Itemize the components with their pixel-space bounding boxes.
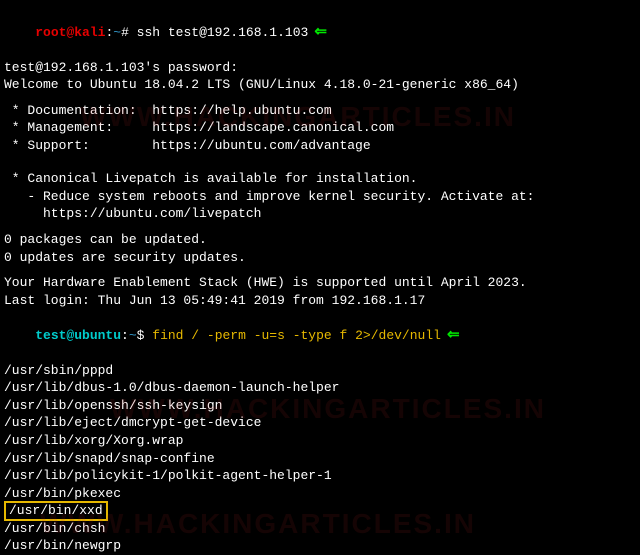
output-line: /usr/lib/policykit-1/polkit-agent-helper… — [4, 467, 636, 485]
welcome-line: Welcome to Ubuntu 18.04.2 LTS (GNU/Linux… — [4, 76, 636, 94]
output-line: /usr/lib/openssh/ssh-keysign — [4, 397, 636, 415]
ssh-command: ssh test@192.168.1.103 — [137, 25, 309, 40]
output-line: /usr/lib/xorg/Xorg.wrap — [4, 432, 636, 450]
mgmt-line: * Management: https://landscape.canonica… — [4, 119, 636, 137]
last-login-line: Last login: Thu Jun 13 05:49:41 2019 fro… — [4, 292, 636, 310]
doc-line: * Documentation: https://help.ubuntu.com — [4, 102, 636, 120]
prompt-user: root@kali — [35, 25, 105, 40]
ssh-password-prompt: test@192.168.1.103's password: — [4, 59, 636, 77]
hwe-line: Your Hardware Enablement Stack (HWE) is … — [4, 274, 636, 292]
arrow-left-icon: ⇐ — [447, 328, 460, 343]
prompt2-path: ~ — [129, 328, 137, 343]
output-line: /usr/bin/newgrp — [4, 537, 636, 555]
output-line-highlighted: /usr/bin/xxd — [4, 502, 636, 520]
highlight-box: /usr/bin/xxd — [4, 501, 108, 521]
prompt-line-2[interactable]: test@ubuntu:~$ find / -perm -u=s -type f… — [4, 309, 636, 362]
output-line: /usr/lib/snapd/snap-confine — [4, 450, 636, 468]
livepatch-line-1: * Canonical Livepatch is available for i… — [4, 170, 636, 188]
pkg-line-2: 0 updates are security updates. — [4, 249, 636, 267]
prompt-path: ~ — [113, 25, 121, 40]
livepatch-line-3: https://ubuntu.com/livepatch — [4, 205, 636, 223]
find-command: find / -perm -u=s -type f 2>/dev/null — [152, 328, 441, 343]
output-line: /usr/bin/chsh — [4, 520, 636, 538]
prompt2-sep: : — [121, 328, 129, 343]
prompt2-sep2: $ — [137, 328, 153, 343]
output-line: /usr/bin/pkexec — [4, 485, 636, 503]
prompt-line-1[interactable]: root@kali:~# ssh test@192.168.1.103⇐ — [4, 6, 636, 59]
output-line: /usr/lib/dbus-1.0/dbus-daemon-launch-hel… — [4, 379, 636, 397]
terminal[interactable]: root@kali:~# ssh test@192.168.1.103⇐ tes… — [4, 6, 636, 555]
pkg-line-1: 0 packages can be updated. — [4, 231, 636, 249]
livepatch-line-2: - Reduce system reboots and improve kern… — [4, 188, 636, 206]
prompt-sep2: # — [121, 25, 137, 40]
support-line: * Support: https://ubuntu.com/advantage — [4, 137, 636, 155]
output-line: /usr/lib/eject/dmcrypt-get-device — [4, 414, 636, 432]
arrow-left-icon: ⇐ — [314, 25, 327, 40]
prompt2-user: test@ubuntu — [35, 328, 121, 343]
output-line: /usr/sbin/pppd — [4, 362, 636, 380]
